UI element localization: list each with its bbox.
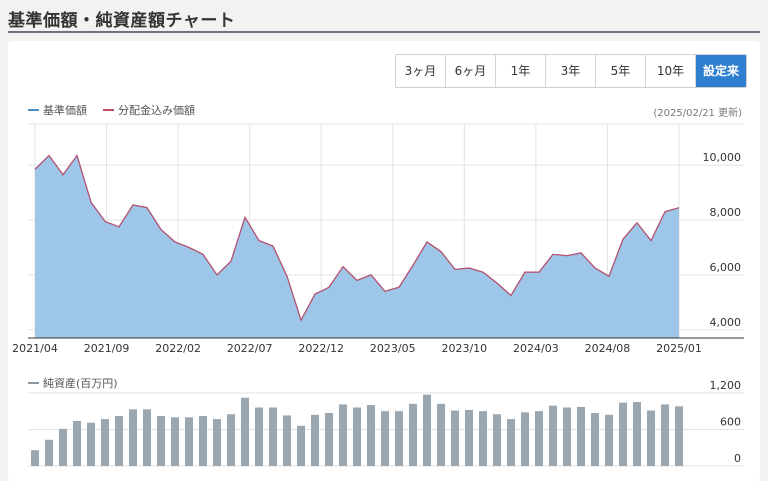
net-assets-bar xyxy=(59,428,67,466)
x-tick-label: 2023/10 xyxy=(441,342,487,355)
net-assets-bar xyxy=(199,416,207,466)
y-tick-label: 4,000 xyxy=(710,316,742,329)
x-tick-label: 2022/12 xyxy=(298,342,344,355)
x-tick-label: 2023/05 xyxy=(370,342,416,355)
net-assets-bar xyxy=(549,405,557,466)
net-assets-bar xyxy=(255,407,263,466)
net-assets-bar xyxy=(241,397,249,466)
net-assets-bar xyxy=(171,417,179,466)
bar-y-tick-label: 0 xyxy=(734,452,741,465)
net-assets-bar xyxy=(605,414,613,466)
net-assets-bar xyxy=(647,410,655,466)
net-assets-bar xyxy=(451,410,459,466)
y-tick-label: 10,000 xyxy=(703,151,742,164)
net-assets-bar xyxy=(283,415,291,466)
net-assets-bar xyxy=(381,411,389,466)
net-assets-bar xyxy=(185,417,193,466)
net-assets-bar xyxy=(465,409,473,466)
x-tick-label: 2021/09 xyxy=(84,342,130,355)
x-tick-label: 2025/01 xyxy=(656,342,702,355)
net-assets-bar xyxy=(73,420,81,466)
net-assets-bar xyxy=(101,419,109,466)
net-assets-bar xyxy=(297,425,305,466)
net-assets-bar xyxy=(311,414,319,466)
net-assets-bar xyxy=(591,412,599,466)
net-assets-bar xyxy=(395,411,403,466)
net-assets-bar xyxy=(493,414,501,466)
net-assets-bar xyxy=(563,407,571,466)
net-assets-bar xyxy=(577,406,585,466)
net-assets-bar xyxy=(367,405,375,466)
net-assets-bar xyxy=(157,416,165,466)
net-assets-bar xyxy=(115,416,123,466)
net-assets-bar xyxy=(353,407,361,466)
net-assets-bar xyxy=(213,419,221,466)
fund-chart: 4,000 6,000 8,000 10,000 2021/04 2021/09 2022/… xyxy=(12,123,744,467)
bar-y-tick-label: 600 xyxy=(720,415,741,428)
net-assets-bar xyxy=(269,407,277,466)
net-assets-bar xyxy=(661,404,669,466)
net-assets-bar xyxy=(409,403,417,466)
net-assets-bar xyxy=(339,404,347,466)
net-assets-bar xyxy=(87,422,95,466)
net-assets-bar xyxy=(619,402,627,467)
x-tick-label: 2024/03 xyxy=(513,342,559,355)
net-assets-bar xyxy=(479,411,487,466)
net-assets-bar xyxy=(45,439,53,466)
net-assets-bar xyxy=(507,419,515,466)
x-tick-label: 2021/04 xyxy=(12,342,58,355)
net-assets-bar xyxy=(437,403,445,466)
net-assets-bar xyxy=(129,409,137,466)
net-assets-bar xyxy=(31,450,39,466)
y-tick-label: 8,000 xyxy=(710,206,742,219)
x-tick-label: 2022/07 xyxy=(227,342,273,355)
x-tick-label: 2022/02 xyxy=(155,342,201,355)
net-assets-bar xyxy=(521,412,529,467)
y-tick-label: 6,000 xyxy=(710,261,742,274)
bar-y-tick-label: 1,200 xyxy=(710,379,742,392)
net-assets-bar xyxy=(633,402,641,466)
nav-area xyxy=(35,155,679,338)
net-assets-bar xyxy=(423,394,431,466)
net-assets-bar xyxy=(325,412,333,466)
net-assets-bar xyxy=(227,414,235,466)
net-assets-bar xyxy=(143,409,151,466)
net-assets-bar xyxy=(535,411,543,466)
net-assets-bar xyxy=(675,406,683,466)
x-tick-label: 2024/08 xyxy=(585,342,631,355)
